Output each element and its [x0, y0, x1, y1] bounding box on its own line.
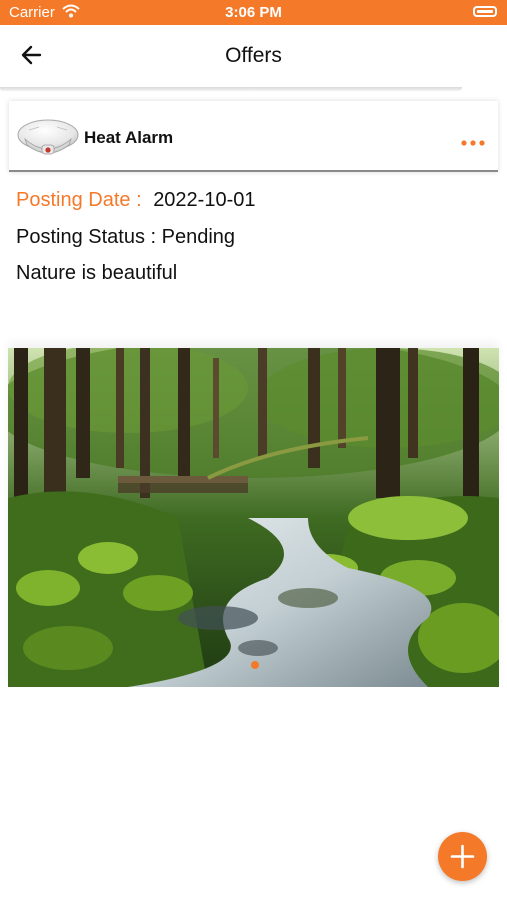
- product-name: Heat Alarm: [84, 128, 174, 147]
- clock-time: 3:06 PM: [225, 4, 282, 21]
- nav-divider: [0, 87, 462, 91]
- add-offer-button[interactable]: [438, 832, 487, 881]
- plus-icon: [450, 844, 475, 869]
- page-title: Offers: [225, 44, 282, 67]
- posting-date-row: Posting Date : 2022-10-01: [16, 189, 256, 212]
- offer-card-header: Heat Alarm: [9, 101, 498, 172]
- forest-stream-photo: [8, 348, 499, 687]
- more-horizontal-icon[interactable]: [460, 134, 486, 146]
- navigation-bar: Offers: [0, 25, 507, 87]
- posting-status-value: Pending: [161, 226, 236, 248]
- offer-description: Nature is beautiful: [16, 262, 178, 284]
- posting-date-label: Posting Date :: [16, 189, 142, 211]
- posting-date-value: 2022-10-01: [153, 189, 256, 211]
- posting-status-row: Posting Status : Pending: [16, 226, 235, 249]
- posting-status-label: Posting Status :: [16, 226, 157, 248]
- carousel-page-indicator[interactable]: [251, 661, 259, 669]
- battery-icon: [473, 6, 497, 17]
- heat-alarm-thumbnail: [17, 115, 79, 159]
- status-bar: Carrier 3:06 PM: [0, 0, 507, 25]
- offer-image[interactable]: [8, 348, 499, 687]
